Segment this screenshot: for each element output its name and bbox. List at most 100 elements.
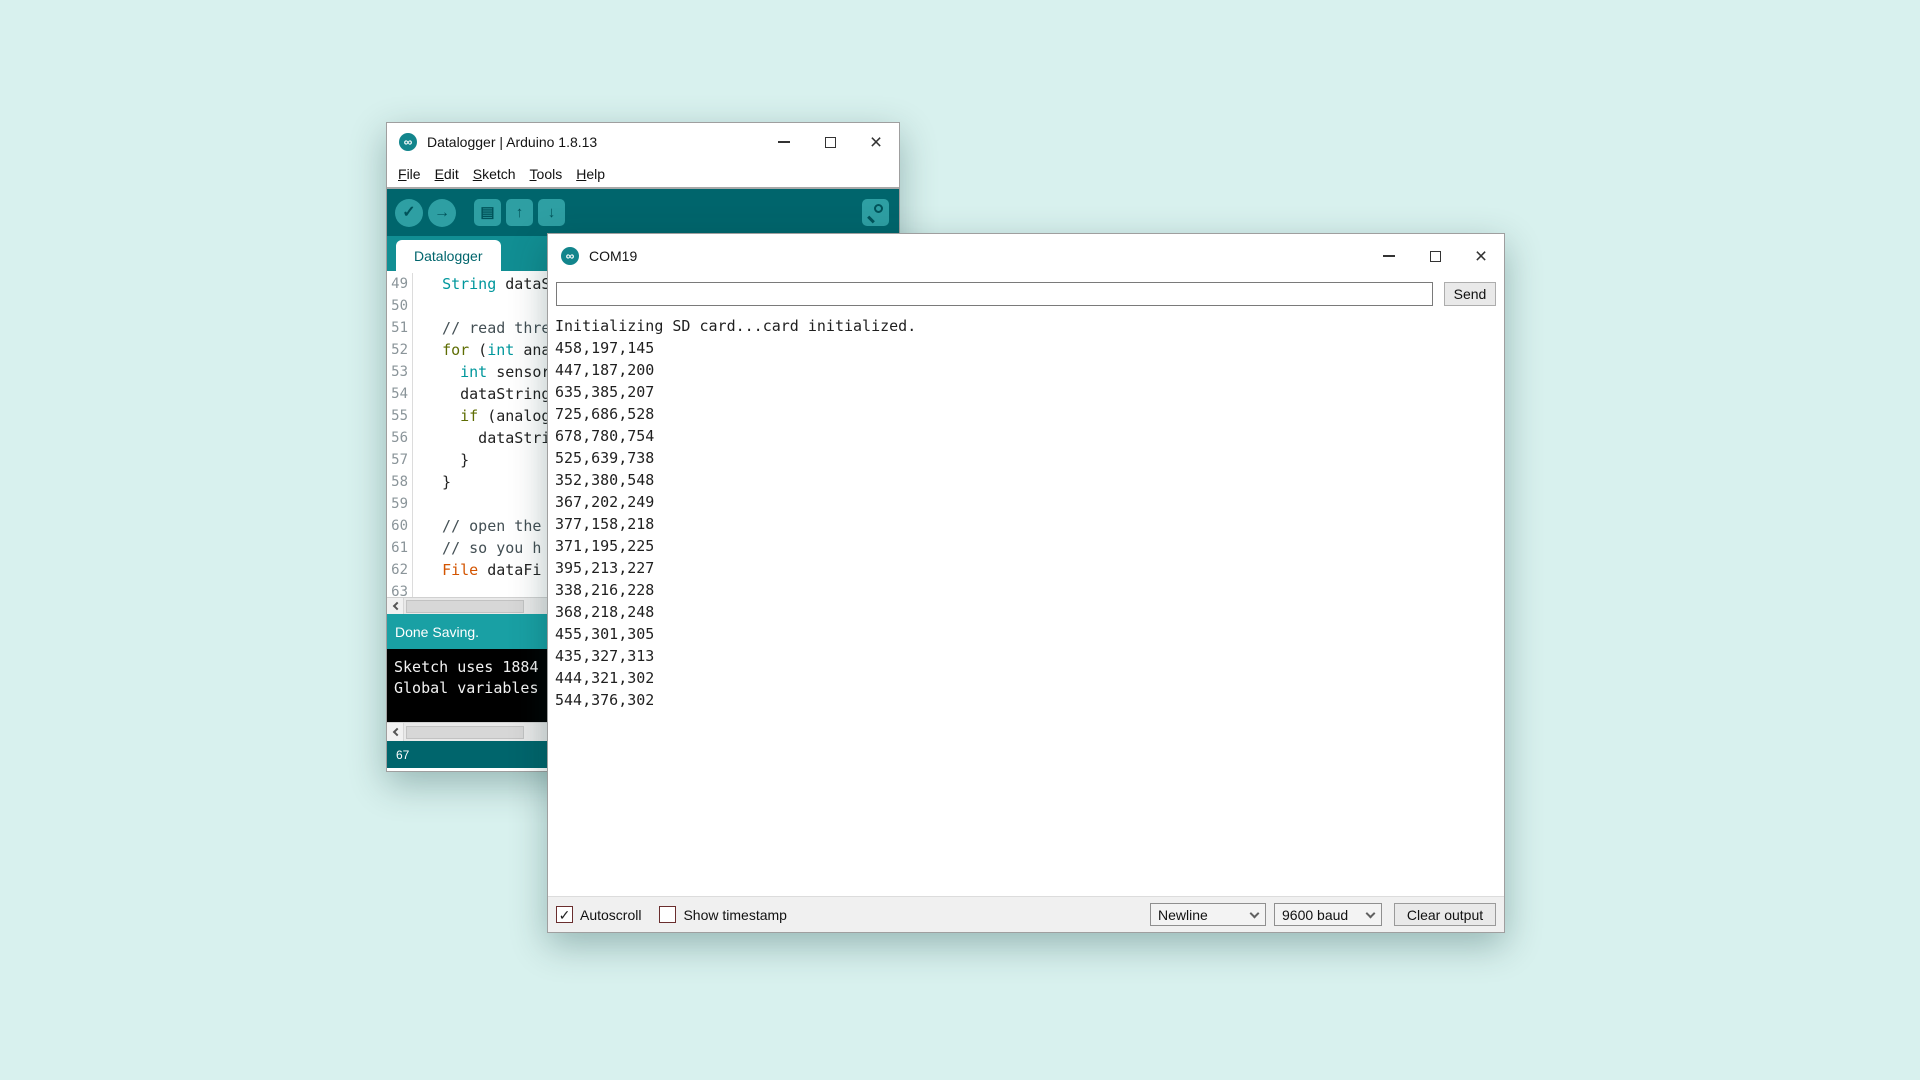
serial-output-line: Initializing SD card...card initialized. [555, 315, 1504, 337]
arduino-logo-icon: ∞ [399, 133, 417, 151]
send-button[interactable]: Send [1444, 282, 1496, 306]
line-number: 57 [387, 449, 413, 471]
maximize-icon [1430, 251, 1441, 262]
serial-output-line: 458,197,145 [555, 337, 1504, 359]
status-text: Done Saving. [395, 624, 479, 640]
upload-icon: → [434, 205, 450, 221]
save-sketch-button[interactable]: ↓ [538, 199, 565, 226]
minimize-icon [1383, 255, 1395, 257]
toolbar: ✓ → ▤ ↑ ↓ [387, 187, 899, 236]
arduino-logo-icon: ∞ [561, 247, 579, 265]
menu-bar: FileEditSketchToolsHelp [387, 161, 899, 187]
new-sketch-icon: ▤ [480, 205, 494, 220]
ide-titlebar[interactable]: ∞ Datalogger | Arduino 1.8.13 × [387, 123, 899, 161]
current-line-indicator: 67 [396, 748, 409, 762]
magnifier-icon [874, 204, 883, 213]
show-timestamp-label: Show timestamp [683, 907, 786, 923]
line-number: 50 [387, 295, 413, 317]
serial-output-line: 338,216,228 [555, 579, 1504, 601]
line-number: 52 [387, 339, 413, 361]
serial-output-line: 447,187,200 [555, 359, 1504, 381]
menu-file[interactable]: File [391, 166, 428, 182]
serial-output-line: 444,321,302 [555, 667, 1504, 689]
serial-input[interactable] [556, 282, 1433, 306]
line-number: 60 [387, 515, 413, 537]
tab-datalogger[interactable]: Datalogger [396, 240, 501, 271]
toolbar-buttons: ✓ → ▤ ↑ ↓ [395, 199, 565, 227]
close-button[interactable]: × [853, 123, 899, 161]
serial-output-line: 544,376,302 [555, 689, 1504, 711]
serial-monitor-window: ∞ COM19 × Send Initializing SD card...ca… [547, 233, 1505, 933]
show-timestamp-checkbox[interactable] [659, 906, 676, 923]
chevron-down-icon [1366, 908, 1376, 918]
serial-output-line: 635,385,207 [555, 381, 1504, 403]
maximize-button[interactable] [807, 123, 853, 161]
desktop: ∞ Datalogger | Arduino 1.8.13 × FileEdit… [0, 0, 1920, 1080]
scroll-left-button[interactable] [387, 598, 404, 614]
tab-label: Datalogger [414, 248, 483, 264]
line-number: 63 [387, 581, 413, 597]
close-icon: × [1475, 246, 1487, 267]
verify-button[interactable]: ✓ [395, 199, 423, 227]
chevron-down-icon [1250, 908, 1260, 918]
serial-output-line: 678,780,754 [555, 425, 1504, 447]
serial-window-controls: × [1366, 234, 1504, 278]
chevron-left-icon [392, 602, 400, 610]
line-number: 49 [387, 273, 413, 295]
line-number: 51 [387, 317, 413, 339]
serial-output-line: 725,686,528 [555, 403, 1504, 425]
baud-rate-select[interactable]: 9600 baud [1274, 903, 1382, 926]
serial-options-group: Newline 9600 baud Clear output [1150, 903, 1496, 926]
save-sketch-icon: ↓ [548, 205, 556, 220]
line-number: 58 [387, 471, 413, 493]
serial-output-line: 455,301,305 [555, 623, 1504, 645]
menu-sketch[interactable]: Sketch [466, 166, 523, 182]
minimize-button[interactable] [761, 123, 807, 161]
serial-output-line: 352,380,548 [555, 469, 1504, 491]
chevron-left-icon [392, 728, 400, 736]
close-button[interactable]: × [1458, 234, 1504, 278]
maximize-icon [825, 137, 836, 148]
clear-output-button[interactable]: Clear output [1394, 903, 1496, 926]
serial-window-title: COM19 [589, 248, 637, 264]
serial-output-line: 395,213,227 [555, 557, 1504, 579]
minimize-icon [778, 141, 790, 143]
scrollbar-thumb[interactable] [406, 726, 524, 739]
minimize-button[interactable] [1366, 234, 1412, 278]
autoscroll-checkbox[interactable]: ✓ [556, 906, 573, 923]
line-number: 62 [387, 559, 413, 581]
open-sketch-icon: ↑ [516, 205, 524, 220]
autoscroll-label: Autoscroll [580, 907, 641, 923]
serial-output-line: 435,327,313 [555, 645, 1504, 667]
line-number: 54 [387, 383, 413, 405]
serial-titlebar[interactable]: ∞ COM19 × [548, 234, 1504, 278]
line-number: 61 [387, 537, 413, 559]
open-sketch-button[interactable]: ↑ [506, 199, 533, 226]
baud-rate-value: 9600 baud [1282, 907, 1348, 923]
maximize-button[interactable] [1412, 234, 1458, 278]
serial-output-line: 377,158,218 [555, 513, 1504, 535]
menu-help[interactable]: Help [569, 166, 612, 182]
serial-monitor-button[interactable] [862, 199, 889, 226]
line-number: 55 [387, 405, 413, 427]
serial-output-line: 371,195,225 [555, 535, 1504, 557]
ide-window-title: Datalogger | Arduino 1.8.13 [427, 134, 597, 150]
line-number: 56 [387, 427, 413, 449]
serial-output-line: 525,639,738 [555, 447, 1504, 469]
menu-edit[interactable]: Edit [428, 166, 466, 182]
line-number: 59 [387, 493, 413, 515]
upload-button[interactable]: → [428, 199, 456, 227]
line-ending-value: Newline [1158, 907, 1208, 923]
close-icon: × [870, 132, 882, 153]
ide-window-controls: × [761, 123, 899, 161]
menu-tools[interactable]: Tools [523, 166, 570, 182]
serial-output[interactable]: Initializing SD card...card initialized.… [548, 310, 1504, 896]
line-ending-select[interactable]: Newline [1150, 903, 1266, 926]
scroll-left-button[interactable] [387, 723, 404, 741]
verify-icon: ✓ [402, 205, 415, 221]
new-sketch-button[interactable]: ▤ [474, 199, 501, 226]
serial-output-line: 367,202,249 [555, 491, 1504, 513]
scrollbar-thumb[interactable] [406, 600, 524, 613]
line-number: 53 [387, 361, 413, 383]
serial-output-line: 368,218,248 [555, 601, 1504, 623]
